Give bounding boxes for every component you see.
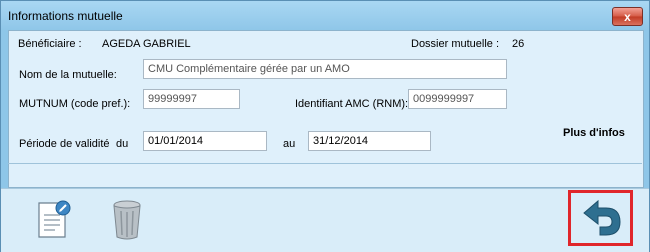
nom-mutuelle-field[interactable]: CMU Complémentaire gérée par un AMO [143,59,507,79]
edit-button[interactable] [35,199,75,241]
trash-can-icon [113,200,141,240]
edit-document-icon [38,200,71,238]
beneficiaire-label: Bénéficiaire : [18,38,82,50]
amc-field[interactable]: 0099999997 [408,89,507,109]
dossier-label: Dossier mutuelle : [411,38,500,50]
delete-button[interactable] [109,197,145,243]
nom-mutuelle-label: Nom de la mutuelle: [19,69,117,81]
close-icon: x [624,9,631,24]
panel-footer-strip [8,163,642,187]
info-mutuelle-window: Informations mutuelle x Bénéficiaire : A… [0,0,650,252]
beneficiaire-value: AGEDA GABRIEL [102,38,191,50]
mutnum-field[interactable]: 99999997 [143,89,240,109]
title-bar: Informations mutuelle x [1,1,649,29]
window-title: Informations mutuelle [8,9,123,23]
mutnum-label: MUTNUM (code pref.): [19,98,131,110]
return-button[interactable] [568,190,633,246]
plus-infos-link[interactable]: Plus d'infos [563,127,625,139]
dossier-value: 26 [512,38,525,50]
amc-label: Identifiant AMC (RNM): [295,98,409,110]
periode-au-label: au [283,138,296,150]
date-fin-field[interactable]: 31/12/2014 [308,131,431,151]
periode-du-label: du [116,138,129,150]
periode-label: Période de validité [19,138,110,150]
toolbar [1,188,649,252]
return-arrow-icon [582,199,621,236]
close-button[interactable]: x [612,7,643,26]
date-debut-field[interactable]: 01/01/2014 [143,131,267,151]
